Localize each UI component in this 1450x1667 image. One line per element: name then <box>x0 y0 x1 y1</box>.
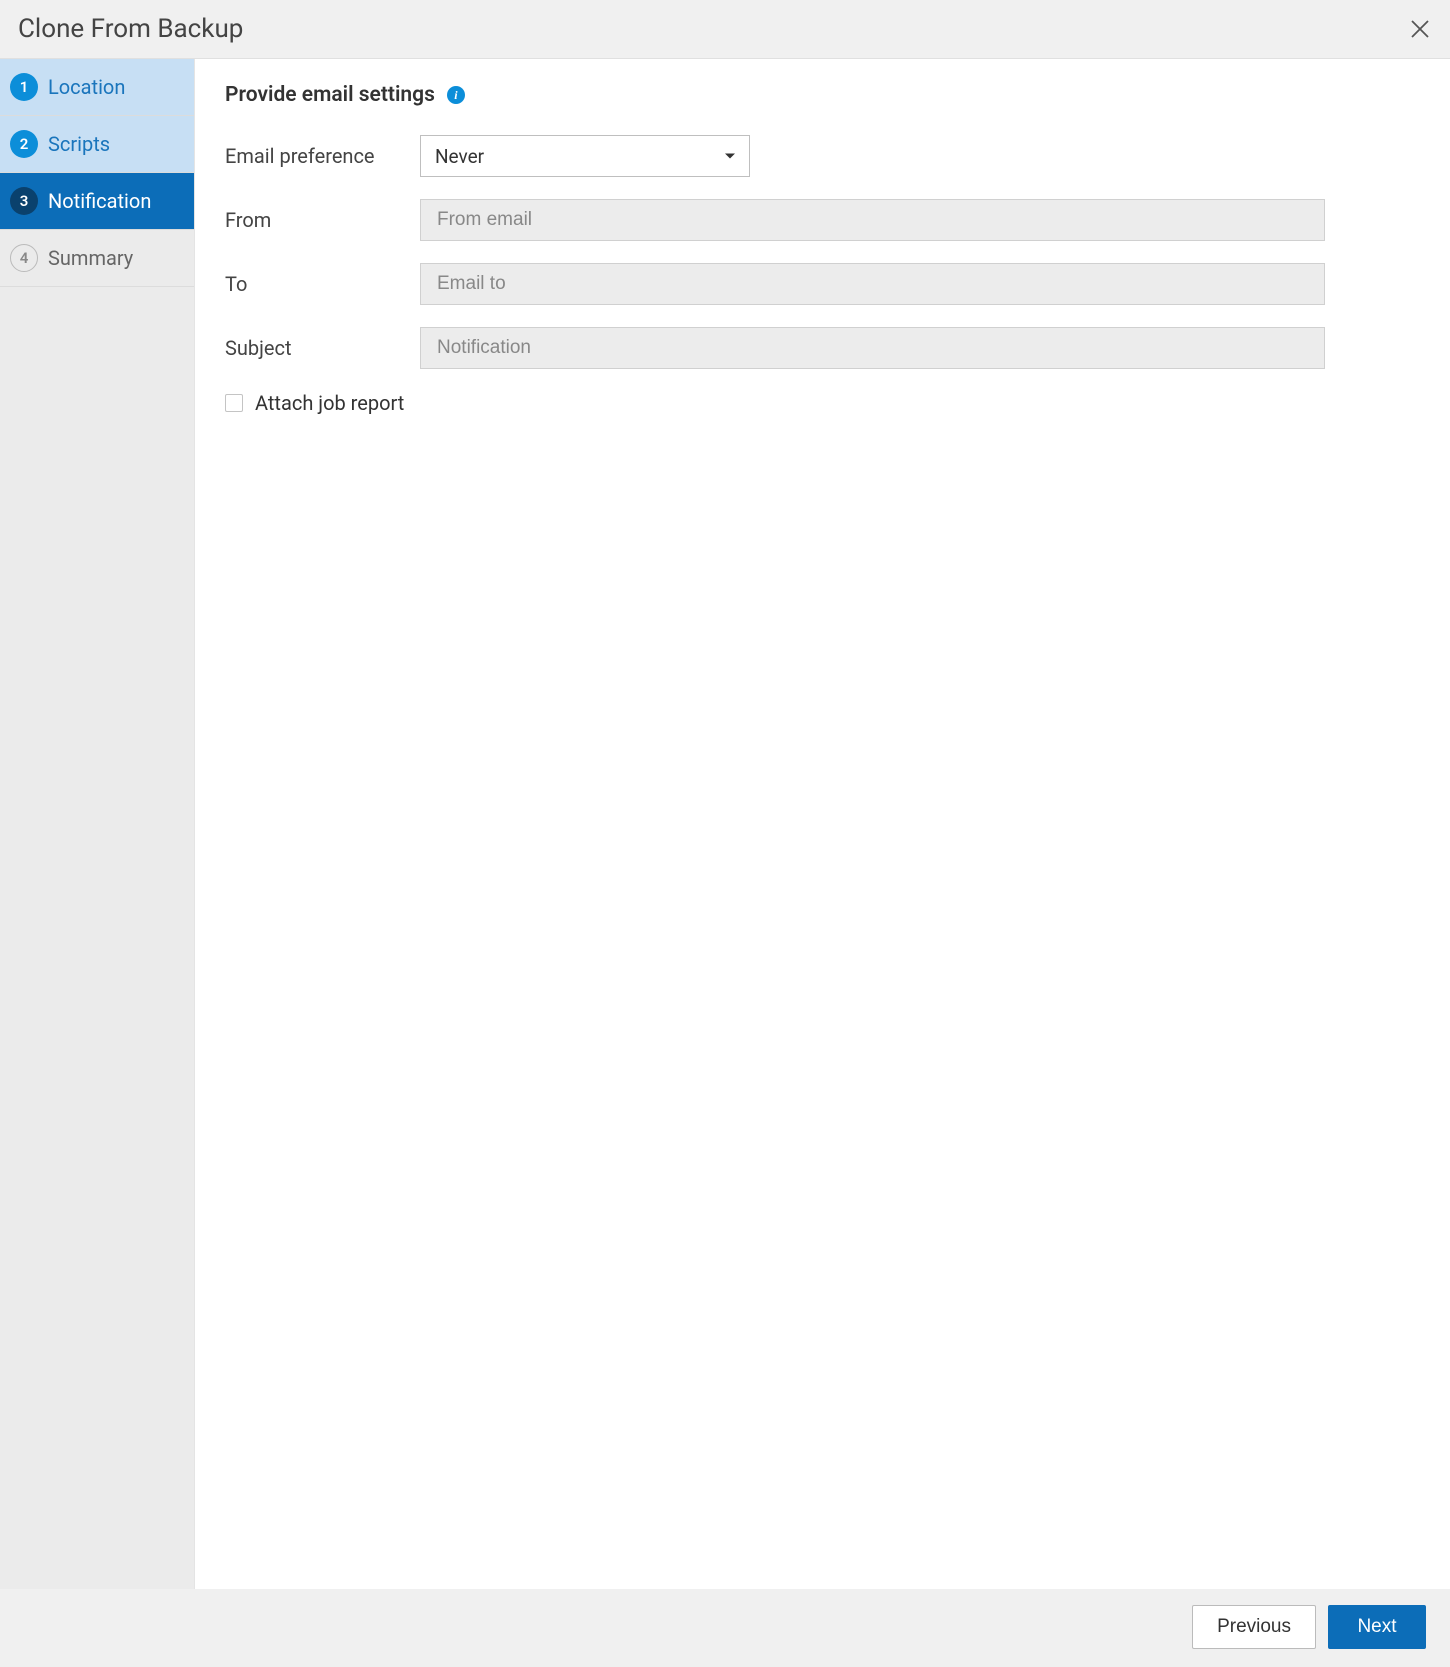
dialog-body: 1 Location 2 Scripts 3 Notification 4 Su… <box>0 59 1450 1589</box>
attach-report-label: Attach job report <box>255 391 404 415</box>
wizard-content: Provide email settings i Email preferenc… <box>195 59 1450 1589</box>
previous-button[interactable]: Previous <box>1192 1605 1316 1649</box>
section-title: Provide email settings <box>225 83 435 107</box>
sidebar-step-scripts[interactable]: 2 Scripts <box>0 116 194 173</box>
step-label: Notification <box>48 189 151 213</box>
step-label: Location <box>48 75 125 99</box>
row-subject: Subject <box>225 327 1420 369</box>
row-attach-report: Attach job report <box>225 391 1420 415</box>
label-subject: Subject <box>225 336 420 360</box>
dialog-title: Clone From Backup <box>18 14 243 44</box>
sidebar-step-notification[interactable]: 3 Notification <box>0 173 194 230</box>
step-number: 3 <box>10 187 38 215</box>
chevron-down-icon <box>725 154 735 159</box>
sidebar-step-location[interactable]: 1 Location <box>0 59 194 116</box>
next-button[interactable]: Next <box>1328 1605 1426 1649</box>
sidebar-step-summary[interactable]: 4 Summary <box>0 230 194 287</box>
subject-input[interactable] <box>420 327 1325 369</box>
wizard-sidebar: 1 Location 2 Scripts 3 Notification 4 Su… <box>0 59 195 1589</box>
label-email-preference: Email preference <box>225 144 420 168</box>
from-input[interactable] <box>420 199 1325 241</box>
email-preference-select[interactable]: Never <box>420 135 750 177</box>
row-from: From <box>225 199 1420 241</box>
row-to: To <box>225 263 1420 305</box>
section-header: Provide email settings i <box>225 83 1420 107</box>
step-number: 4 <box>10 244 38 272</box>
dialog-footer: Previous Next <box>0 1589 1450 1667</box>
clone-from-backup-dialog: Clone From Backup 1 Location 2 Scripts 3… <box>0 0 1450 1667</box>
step-number: 2 <box>10 130 38 158</box>
to-input[interactable] <box>420 263 1325 305</box>
attach-report-checkbox[interactable] <box>225 394 243 412</box>
step-number: 1 <box>10 73 38 101</box>
step-label: Summary <box>48 246 133 270</box>
label-from: From <box>225 208 420 232</box>
label-to: To <box>225 272 420 296</box>
row-email-preference: Email preference Never <box>225 135 1420 177</box>
dialog-header: Clone From Backup <box>0 0 1450 59</box>
info-icon[interactable]: i <box>447 86 465 104</box>
step-label: Scripts <box>48 132 110 156</box>
close-icon[interactable] <box>1410 19 1430 39</box>
select-value: Never <box>435 145 484 168</box>
